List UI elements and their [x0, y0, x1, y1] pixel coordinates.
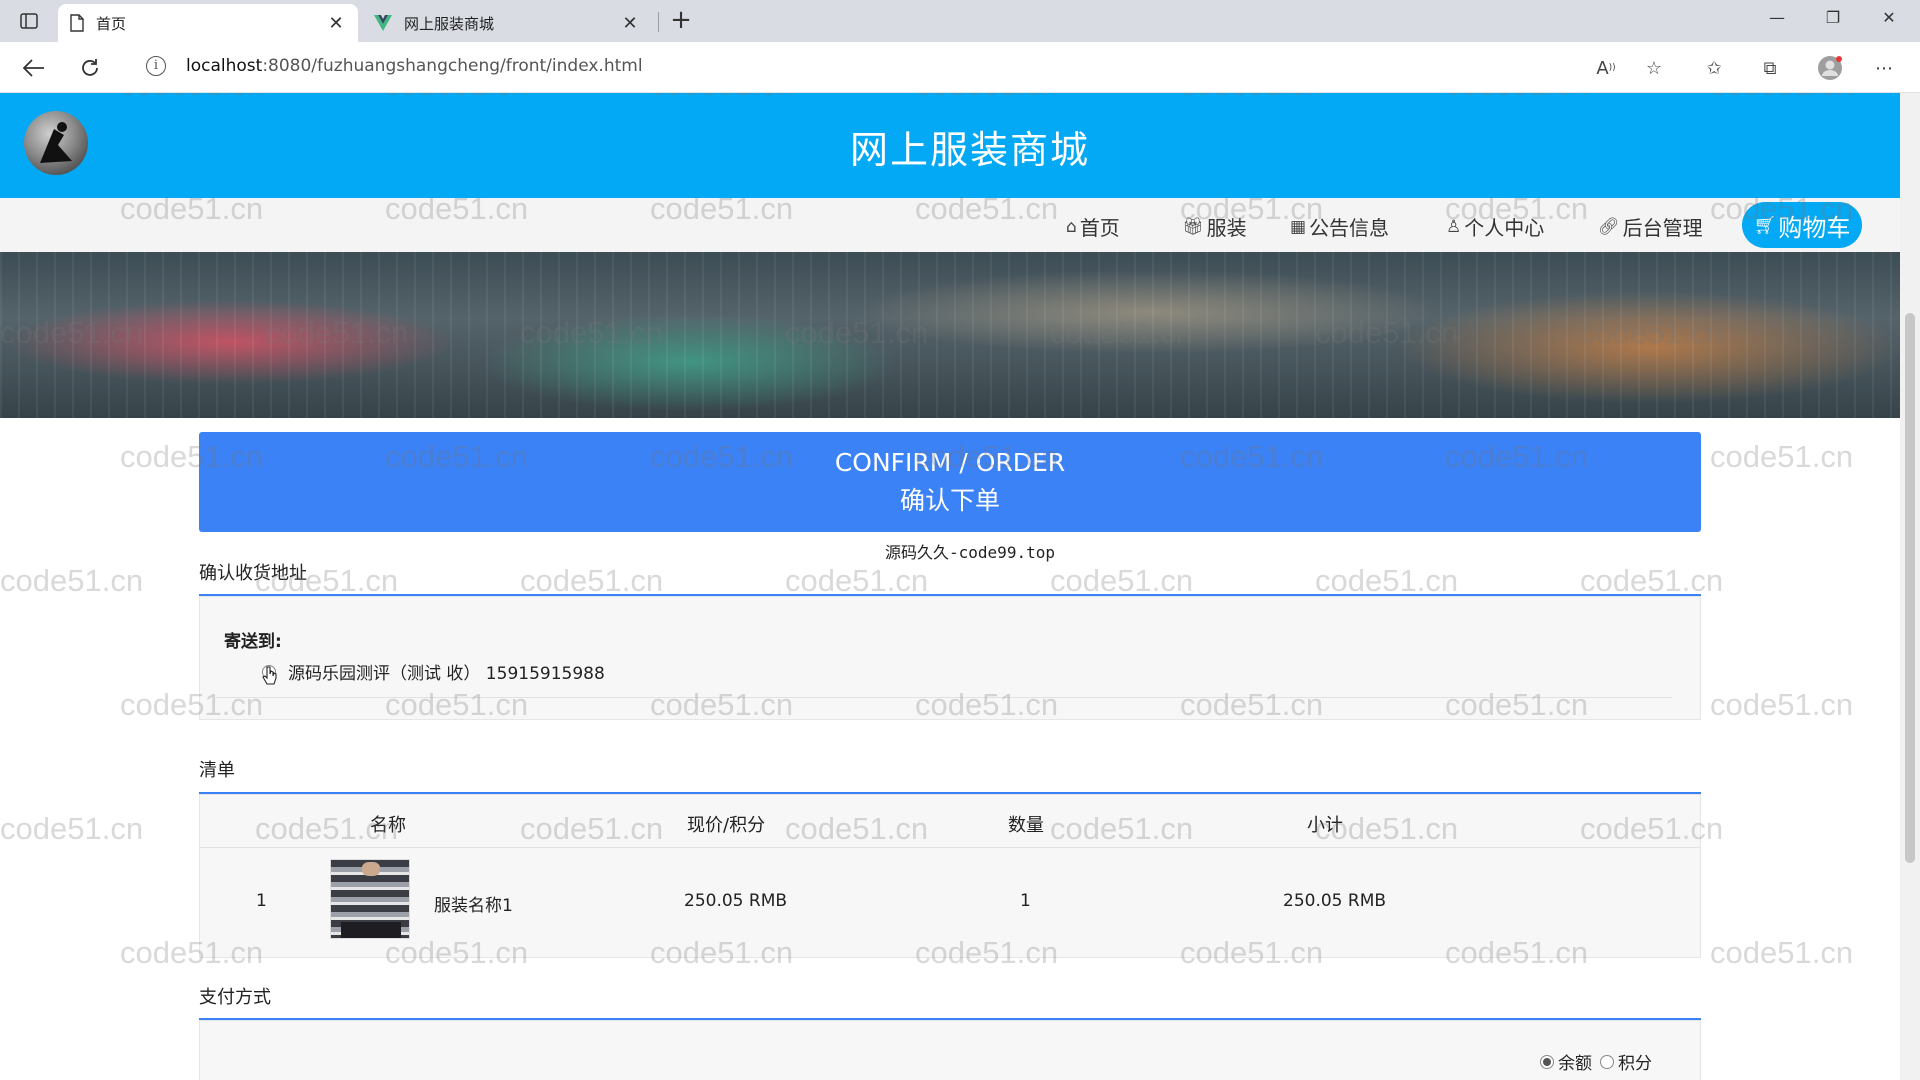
payment-label-points[interactable]: 积分 [1618, 1049, 1652, 1074]
gift-icon: 🎁︎ [1182, 216, 1204, 237]
payment-radio-balance[interactable] [1540, 1054, 1554, 1069]
table-header-divider [200, 847, 1700, 848]
watermark-text: code51.cn [0, 811, 144, 846]
page-scrollbar[interactable] [1900, 93, 1920, 1080]
browser-tab-bar: 首页 ✕ 网上服装商城 ✕ + — ❐ ✕ [0, 0, 1920, 42]
address-divider [216, 697, 1672, 698]
close-window-icon[interactable]: ✕ [1866, 8, 1912, 34]
nav-personal-center[interactable]: ♙ 个人中心 [1446, 212, 1544, 241]
tab-separator [658, 12, 659, 32]
tab-title: 首页 [96, 14, 127, 33]
send-to-label: 寄送到: [224, 632, 282, 652]
payment-options: 余额 积分 [1540, 1049, 1660, 1074]
address-text: 源码乐园测评（测试 收） 15915915988 [288, 664, 605, 684]
order-list-section-title: 清单 [199, 760, 235, 781]
nav-label: 公告信息 [1309, 216, 1390, 240]
banner-image [0, 252, 1900, 418]
web-page: 网上服装商城 ⌂ 首页 🎁︎ 服装 ▦ 公告信息 ♙ 个人中心 🔗︎ 后台管理 🛒︎ 购物车… [0, 93, 1900, 1080]
vue-logo-icon [374, 15, 392, 31]
product-subtotal: 250.05 RMB [1283, 891, 1387, 911]
site-title: 网上服装商城 [849, 128, 1090, 172]
product-price: 250.05 RMB [684, 891, 788, 911]
url-field[interactable]: i localhost:8080/fuzhuangshangcheng/fron… [128, 48, 1688, 84]
nav-label: 首页 [1079, 216, 1120, 240]
column-header-name: 名称 [370, 815, 406, 836]
favorites-icon[interactable]: ✩ [1700, 54, 1728, 82]
tab-title: 网上服装商城 [404, 14, 495, 33]
nav-admin[interactable]: 🔗︎ 后台管理 [1598, 212, 1703, 241]
nav-label: 服装 [1206, 216, 1247, 240]
user-icon: ♙ [1446, 216, 1462, 237]
browser-tab-home[interactable]: 首页 ✕ [58, 4, 358, 42]
nav-label: 后台管理 [1622, 216, 1703, 240]
tab-close-icon[interactable]: ✕ [326, 13, 346, 34]
new-tab-button[interactable]: + [666, 6, 696, 36]
profile-avatar-icon[interactable] [1816, 54, 1844, 82]
column-header-quantity: 数量 [1008, 815, 1044, 836]
row-index: 1 [256, 891, 267, 911]
page-icon [70, 14, 84, 32]
confirm-title-cn: 确认下单 [899, 486, 1000, 515]
restore-icon[interactable]: ❐ [1810, 8, 1856, 34]
product-name[interactable]: 服装名称1 [434, 891, 513, 916]
grid-icon: ▦ [1290, 216, 1307, 237]
scrollbar-thumb[interactable] [1905, 313, 1915, 863]
confirm-order-banner: CONFIRM / ORDER 确认下单 [199, 432, 1701, 532]
order-table: 名称 现价/积分 数量 小计 1 服装名称1 250.05 RMB 1 250.… [199, 794, 1701, 958]
watermark-text: code51.cn [1710, 439, 1854, 474]
tab-close-icon[interactable]: ✕ [620, 13, 640, 34]
browser-tab-shop[interactable]: 网上服装商城 ✕ [362, 4, 652, 42]
payment-label-balance[interactable]: 余额 [1558, 1049, 1592, 1074]
payment-panel: 余额 积分 [199, 1020, 1701, 1080]
collections-icon[interactable]: ⧉ [1756, 54, 1784, 82]
favorite-add-icon[interactable]: ☆ [1640, 54, 1668, 82]
nav-clothing[interactable]: 🎁︎ 服装 [1182, 212, 1247, 241]
nav-announcements[interactable]: ▦ 公告信息 [1290, 212, 1389, 241]
watermark-text: code51.cn [1710, 687, 1854, 722]
home-icon: ⌂ [1066, 216, 1077, 237]
mouse-cursor-icon [262, 666, 278, 691]
address-section-title: 确认收货地址 [199, 563, 307, 584]
cart-label: 购物车 [1778, 213, 1851, 242]
product-quantity: 1 [1020, 891, 1031, 911]
more-options-icon[interactable]: ⋯ [1870, 54, 1898, 82]
site-info-icon[interactable]: i [146, 56, 166, 76]
address-option[interactable]: 源码乐园测评（测试 收） 15915915988 [262, 659, 605, 684]
payment-radio-points[interactable] [1600, 1054, 1614, 1069]
watermark-text: code51.cn [0, 563, 144, 598]
url-text: localhost:8080/fuzhuangshangcheng/front/… [186, 56, 643, 76]
payment-section-title: 支付方式 [199, 987, 271, 1008]
nav-home[interactable]: ⌂ 首页 [1066, 212, 1120, 241]
confirm-title-en: CONFIRM / ORDER [834, 448, 1066, 477]
tab-actions-icon[interactable] [16, 9, 42, 33]
reload-icon[interactable] [76, 54, 104, 82]
nav-label: 个人中心 [1464, 216, 1545, 240]
read-aloud-icon[interactable]: A)) [1592, 54, 1620, 82]
link-icon: 🔗︎ [1598, 216, 1620, 237]
watermark-text: code51.cn [1710, 935, 1854, 970]
browser-address-bar: i localhost:8080/fuzhuangshangcheng/fron… [0, 42, 1920, 93]
product-image[interactable] [330, 859, 410, 939]
cart-icon: 🛒︎ [1753, 214, 1777, 236]
address-panel: 寄送到: 源码乐园测评（测试 收） 15915915988 [199, 596, 1701, 720]
top-navigation: ⌂ 首页 🎁︎ 服装 ▦ 公告信息 ♙ 个人中心 🔗︎ 后台管理 🛒︎ 购物车 [0, 198, 1900, 252]
column-header-subtotal: 小计 [1307, 815, 1343, 836]
cart-button[interactable]: 🛒︎ 购物车 [1742, 202, 1862, 248]
column-header-price: 现价/积分 [687, 815, 766, 836]
site-header: 网上服装商城 [0, 93, 1900, 198]
back-icon[interactable] [20, 54, 48, 82]
minimize-icon[interactable]: — [1754, 8, 1800, 34]
